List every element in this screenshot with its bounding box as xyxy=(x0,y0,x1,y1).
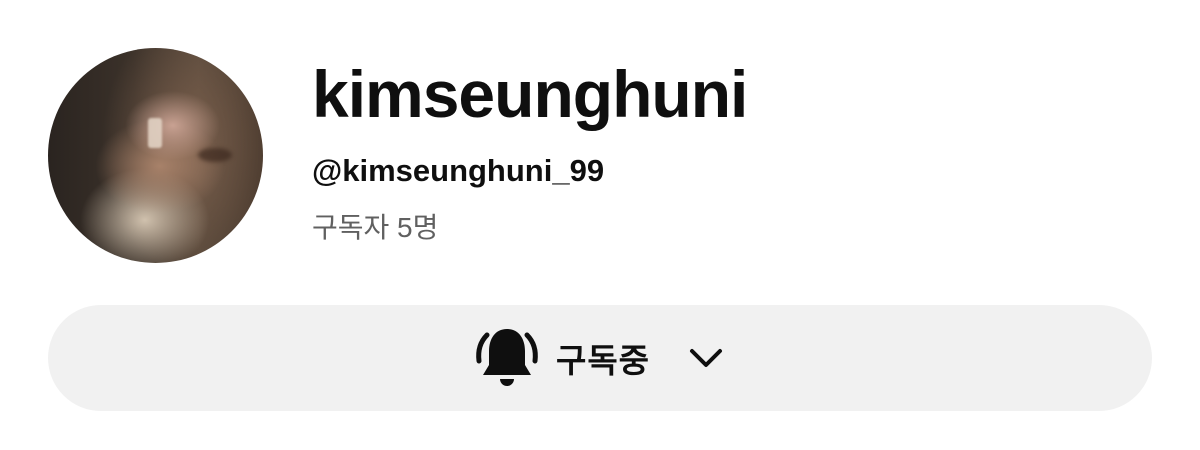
channel-handle[interactable]: @kimseunghuni_99 xyxy=(312,150,604,192)
channel-avatar[interactable] xyxy=(48,48,263,263)
avatar-photo-detail xyxy=(148,118,162,148)
avatar-photo-detail xyxy=(198,148,232,162)
subscriber-count: 구독자 5명 xyxy=(312,212,439,243)
subscribed-button[interactable]: 구독중 xyxy=(48,305,1152,411)
subscribed-label: 구독중 xyxy=(555,342,651,379)
channel-name: kimseunghuni xyxy=(312,57,748,131)
bell-ringing-icon xyxy=(476,329,538,386)
chevron-down-icon xyxy=(690,349,723,367)
